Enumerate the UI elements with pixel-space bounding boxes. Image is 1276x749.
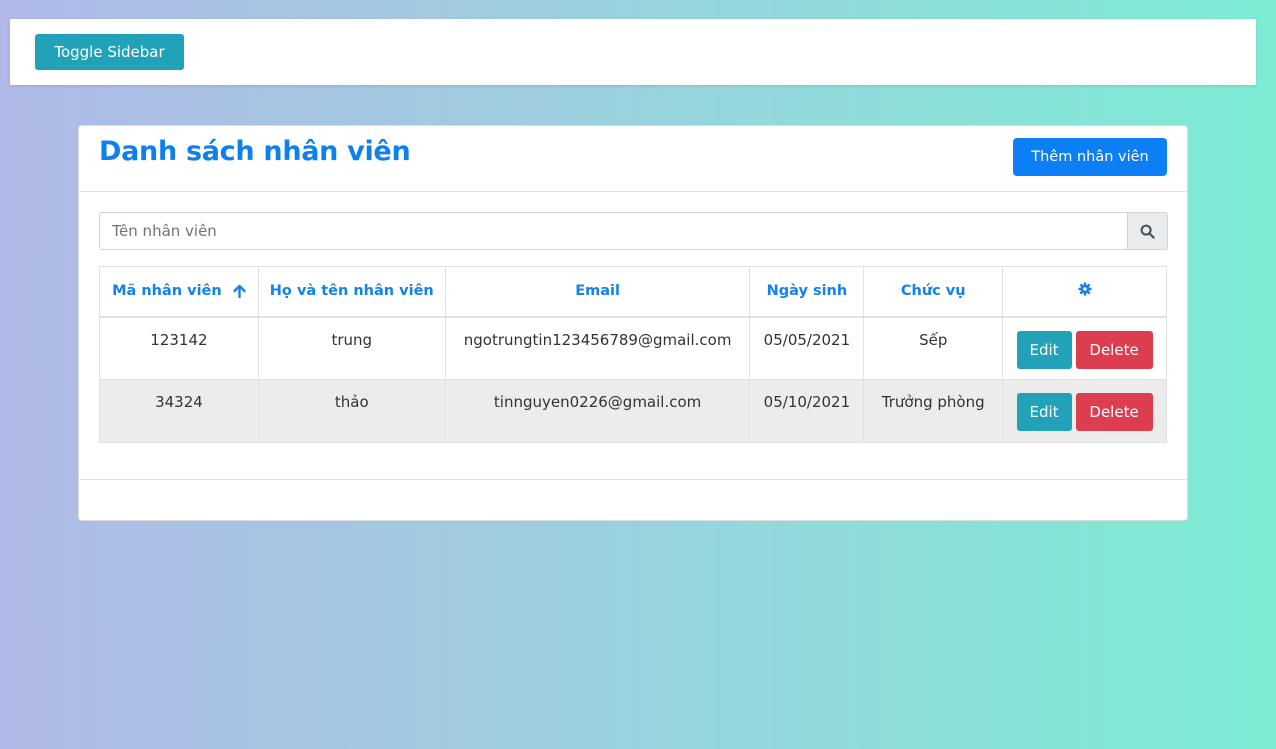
table-header-row: Mã nhân viên Họ và tên nhân viên Email N… bbox=[99, 266, 1167, 318]
column-header-label: Họ và tên nhân viên bbox=[269, 283, 434, 300]
card-header: Danh sách nhân viên Thêm nhân viên bbox=[79, 126, 1187, 192]
employee-list-card: Danh sách nhân viên Thêm nhân viên Mã nh… bbox=[78, 125, 1188, 521]
search-button[interactable] bbox=[1127, 212, 1168, 250]
table-row: 34324 thảo tinnguyen0226@gmail.com 05/10… bbox=[99, 379, 1167, 443]
column-header-id[interactable]: Mã nhân viên bbox=[99, 266, 259, 318]
page-title: Danh sách nhân viên bbox=[99, 136, 411, 167]
column-header-label: Email bbox=[575, 283, 620, 300]
cell-actions: Edit Delete bbox=[1002, 379, 1167, 443]
column-header-role[interactable]: Chức vụ bbox=[863, 266, 1004, 318]
delete-button[interactable]: Delete bbox=[1075, 393, 1153, 431]
cell-id: 123142 bbox=[99, 316, 259, 380]
column-header-name[interactable]: Họ và tên nhân viên bbox=[257, 266, 446, 318]
toggle-sidebar-button[interactable]: Toggle Sidebar bbox=[35, 34, 184, 70]
sort-ascending-icon bbox=[233, 285, 246, 299]
search-input[interactable] bbox=[99, 212, 1127, 250]
delete-button[interactable]: Delete bbox=[1075, 330, 1153, 369]
column-header-actions bbox=[1002, 266, 1167, 318]
edit-button[interactable]: Edit bbox=[1016, 393, 1072, 431]
cell-id: 34324 bbox=[99, 379, 259, 443]
table-row: 123142 trung ngotrungtin123456789@gmail.… bbox=[99, 316, 1167, 380]
cell-name: thảo bbox=[257, 379, 446, 443]
edit-button[interactable]: Edit bbox=[1016, 330, 1072, 369]
cell-actions: Edit Delete bbox=[1002, 316, 1167, 380]
card-footer bbox=[79, 479, 1187, 521]
top-navbar: Toggle Sidebar bbox=[10, 19, 1256, 85]
search-icon bbox=[1140, 224, 1155, 239]
column-header-email[interactable]: Email bbox=[444, 266, 751, 318]
employee-table: Mã nhân viên Họ và tên nhân viên Email N… bbox=[99, 266, 1167, 443]
search-group bbox=[99, 212, 1168, 250]
cell-email: ngotrungtin123456789@gmail.com bbox=[444, 316, 751, 380]
gear-icon bbox=[1077, 282, 1092, 296]
column-header-label: Ngày sinh bbox=[766, 283, 848, 300]
cell-name: trung bbox=[257, 316, 446, 380]
cell-role: Sếp bbox=[863, 316, 1004, 380]
cell-role: Trưởng phòng bbox=[863, 379, 1004, 443]
cell-dob: 05/05/2021 bbox=[749, 316, 865, 380]
column-header-label: Chức vụ bbox=[900, 283, 966, 300]
column-header-dob[interactable]: Ngày sinh bbox=[749, 266, 865, 318]
add-employee-button[interactable]: Thêm nhân viên bbox=[1013, 138, 1167, 176]
cell-dob: 05/10/2021 bbox=[749, 379, 865, 443]
column-header-label: Mã nhân viên bbox=[112, 283, 222, 300]
cell-email: tinnguyen0226@gmail.com bbox=[444, 379, 751, 443]
